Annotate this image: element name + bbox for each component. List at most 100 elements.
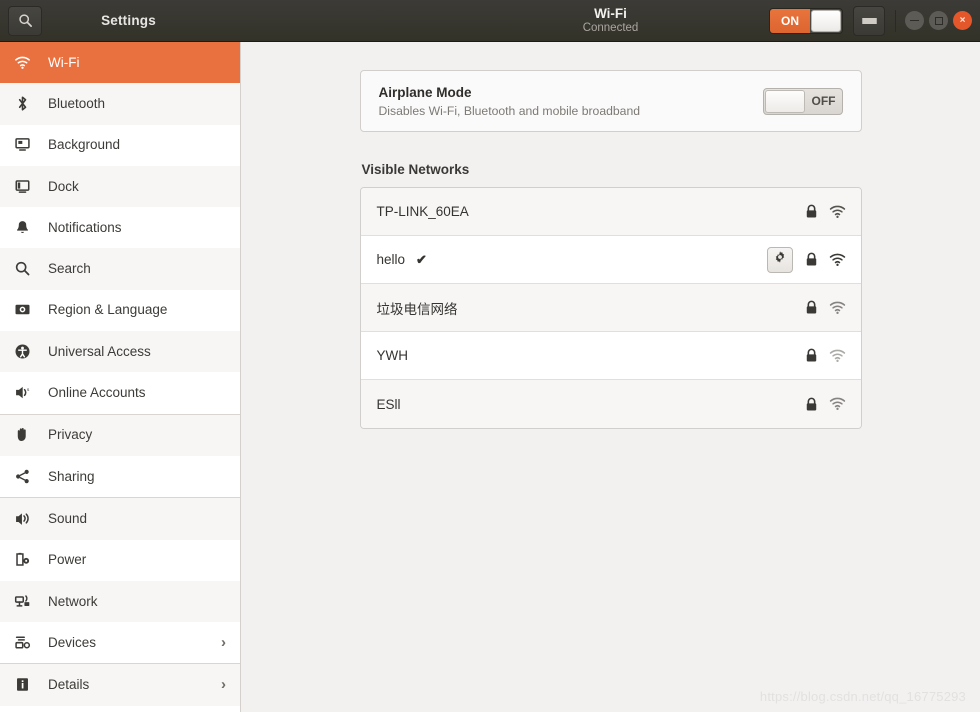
- devices-icon: [14, 634, 38, 651]
- sidebar-item-label: Devices: [48, 634, 97, 650]
- sidebar-item-label: Network: [48, 593, 98, 609]
- visible-networks-heading: Visible Networks: [361, 162, 470, 177]
- connection-status: Connected: [582, 22, 639, 34]
- network-ssid: TP-LINK_60EA: [376, 204, 469, 219]
- airplane-mode-title: Airplane Mode: [378, 84, 472, 100]
- wifi-toggle[interactable]: ON: [769, 7, 843, 34]
- sidebar-item-power[interactable]: Power: [0, 540, 240, 581]
- bluetooth-icon: [14, 95, 38, 112]
- sidebar-item-details[interactable]: Details ›: [0, 664, 240, 706]
- content-column: Airplane Mode Disables Wi-Fi, Bluetooth …: [359, 70, 862, 429]
- network-row[interactable]: TP-LINK_60EA: [360, 188, 861, 236]
- sidebar-item-label: Dock: [48, 178, 79, 194]
- sidebar-item-label: Sharing: [48, 468, 95, 484]
- maximize-icon: [934, 16, 943, 25]
- airplane-mode-toggle-label: OFF: [811, 94, 836, 108]
- lock-icon: [805, 348, 818, 363]
- airplane-mode-card: Airplane Mode Disables Wi-Fi, Bluetooth …: [359, 70, 862, 132]
- search-icon: [14, 260, 38, 277]
- page-title: Wi-Fi: [594, 6, 627, 21]
- dock-icon: [14, 178, 38, 195]
- app-title: Settings: [101, 13, 156, 28]
- maximize-button[interactable]: [929, 11, 948, 30]
- wifi-toggle-knob: [811, 9, 841, 32]
- sidebar-item-label: Bluetooth: [48, 95, 106, 111]
- sidebar-item-universal-access[interactable]: Universal Access: [0, 331, 240, 373]
- wifi-icon: [14, 54, 38, 71]
- network-ssid: YWH: [376, 348, 409, 363]
- main-content: Airplane Mode Disables Wi-Fi, Bluetooth …: [241, 42, 980, 712]
- network-ssid: 垃圾电信网络: [376, 301, 458, 317]
- wifi-signal-icon: [829, 397, 847, 411]
- lock-icon: [805, 397, 818, 412]
- bell-icon: [14, 219, 38, 236]
- title-bar: Settings Wi-Fi Connected ON ×: [0, 0, 980, 42]
- sidebar-item-devices[interactable]: Devices ›: [0, 622, 240, 663]
- network-icon: [14, 593, 38, 610]
- network-row[interactable]: YWH: [360, 332, 861, 380]
- svg-text:s: s: [27, 388, 30, 393]
- titlebar-divider: [895, 9, 896, 32]
- sidebar-item-label: Details: [48, 677, 90, 693]
- airplane-mode-toggle[interactable]: OFF: [762, 87, 843, 115]
- sidebar-item-bluetooth[interactable]: Bluetooth: [0, 83, 240, 125]
- network-row[interactable]: hello ✔: [360, 236, 861, 284]
- share-icon: [14, 468, 38, 485]
- online-accounts-icon: s: [14, 384, 38, 401]
- network-row[interactable]: 垃圾电信网络: [360, 284, 861, 332]
- network-ssid: hello: [376, 252, 406, 267]
- gear-icon: [773, 250, 787, 269]
- wifi-signal-icon: [829, 349, 847, 363]
- sidebar-item-label: Privacy: [48, 427, 93, 443]
- sidebar-item-label: Power: [48, 552, 87, 568]
- sidebar-item-privacy[interactable]: Privacy: [0, 414, 240, 456]
- sidebar-item-region-language[interactable]: Region & Language: [0, 290, 240, 331]
- sidebar-item-network[interactable]: Network: [0, 580, 240, 623]
- airplane-mode-toggle-knob: [764, 89, 805, 113]
- info-icon: [14, 676, 38, 693]
- window-controls: ×: [905, 11, 972, 30]
- wifi-signal-icon: [829, 301, 847, 315]
- sidebar-item-online-accounts[interactable]: s Online Accounts: [0, 372, 240, 413]
- sidebar-item-dock[interactable]: Dock: [0, 165, 240, 208]
- network-ssid: ESll: [376, 396, 401, 412]
- accessibility-icon: [14, 343, 38, 360]
- hamburger-menu-button[interactable]: [853, 5, 885, 36]
- sidebar-item-sound[interactable]: Sound: [0, 498, 240, 540]
- network-row[interactable]: ESll: [360, 380, 861, 428]
- hand-icon: [14, 426, 38, 443]
- visible-networks-list: TP-LINK_60EAhello ✔ 垃圾电信网络 YWH ESll: [359, 187, 862, 429]
- wifi-toggle-label: ON: [770, 8, 810, 33]
- sidebar-item-notifications[interactable]: Notifications: [0, 207, 240, 248]
- titlebar-right-section: Wi-Fi Connected ON ×: [241, 0, 980, 41]
- sidebar-item-sharing[interactable]: Sharing: [0, 456, 240, 497]
- close-button[interactable]: ×: [953, 11, 972, 30]
- hamburger-menu-icon: [861, 17, 877, 24]
- settings-window: Settings Wi-Fi Connected ON × Wi-Fi Blue…: [0, 0, 980, 712]
- airplane-mode-description: Disables Wi-Fi, Bluetooth and mobile bro…: [378, 103, 641, 118]
- titlebar-controls: ON ×: [769, 5, 980, 36]
- minimize-button[interactable]: [905, 11, 924, 30]
- speaker-icon: [14, 510, 38, 527]
- connected-check-icon: ✔: [416, 251, 427, 267]
- chevron-right-icon: ›: [221, 676, 226, 694]
- sidebar-item-search[interactable]: Search: [0, 248, 240, 290]
- wifi-signal-icon: [829, 205, 847, 219]
- search-icon: [18, 13, 33, 28]
- sidebar-item-wi-fi[interactable]: Wi-Fi: [0, 42, 240, 84]
- chevron-right-icon: ›: [221, 633, 226, 651]
- minimize-icon: [910, 19, 919, 22]
- lock-icon: [805, 252, 818, 267]
- sidebar-item-background[interactable]: Background: [0, 125, 240, 166]
- search-button[interactable]: [8, 5, 42, 36]
- sidebar-item-label: Sound: [48, 510, 88, 526]
- network-settings-button[interactable]: [766, 246, 793, 273]
- sidebar-item-label: Background: [48, 137, 121, 153]
- background-icon: [14, 136, 38, 153]
- close-icon: ×: [959, 15, 966, 26]
- region-language-icon: [14, 301, 38, 318]
- airplane-mode-text: Airplane Mode Disables Wi-Fi, Bluetooth …: [379, 83, 763, 120]
- sidebar-item-label: Search: [48, 261, 91, 277]
- battery-icon: [14, 551, 38, 568]
- sidebar-item-label: Notifications: [48, 219, 122, 235]
